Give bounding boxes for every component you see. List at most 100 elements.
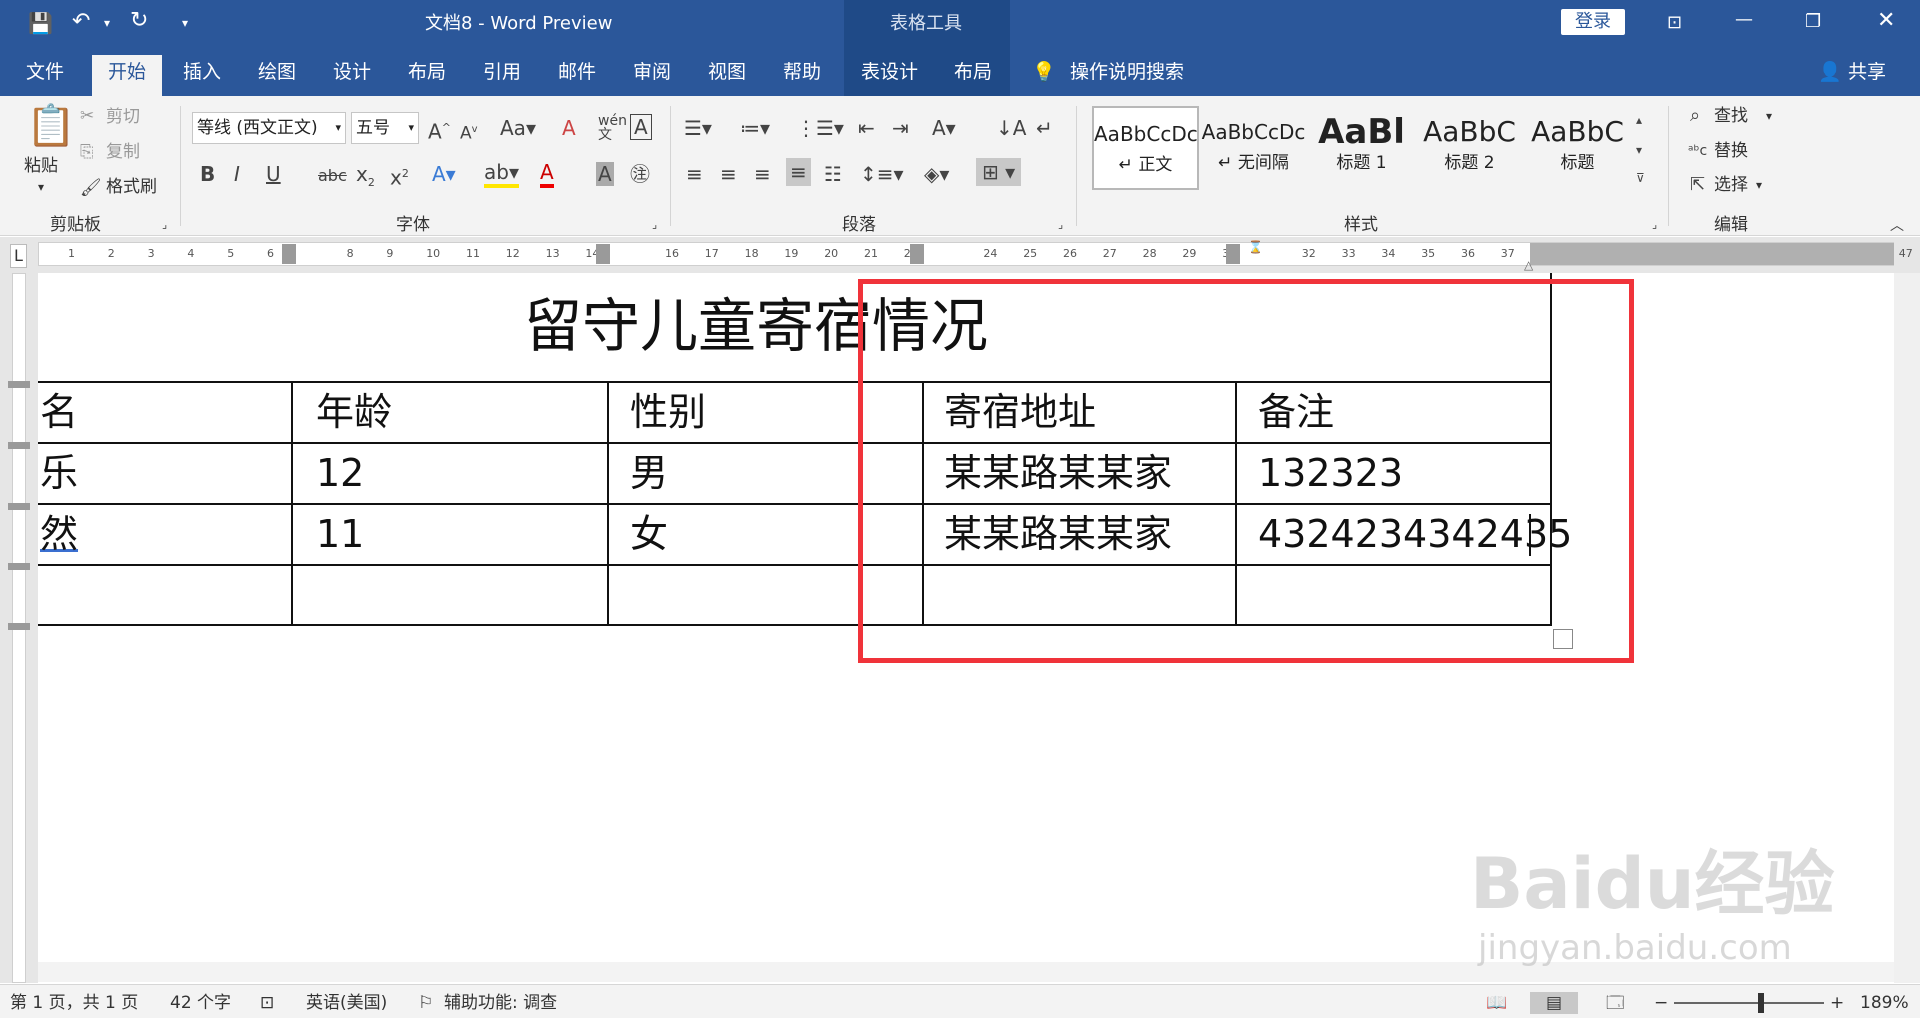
header-cell-gender[interactable]: 性别 — [630, 390, 706, 434]
font-color-icon[interactable]: A — [540, 160, 554, 188]
tab-insert[interactable]: 插入 — [183, 60, 221, 84]
row-marker[interactable] — [8, 381, 30, 388]
format-painter-icon[interactable]: 🖌 — [80, 176, 102, 200]
tab-draw[interactable]: 绘图 — [258, 60, 296, 84]
select-button[interactable]: 选择 — [1714, 174, 1748, 196]
header-cell-age[interactable]: 年龄 — [316, 390, 392, 434]
tab-home[interactable]: 开始 — [92, 55, 163, 96]
line-spacing-icon[interactable]: ↕≡▾ — [860, 162, 904, 186]
paragraph-launcher-icon[interactable]: ⌟ — [1058, 214, 1063, 236]
column-marker[interactable] — [910, 244, 924, 264]
copy-icon[interactable]: ⎘ — [80, 140, 94, 164]
style-normal[interactable]: AaBbCcDc ↵ 正文 — [1092, 106, 1199, 190]
accessibility-icon[interactable]: ⚐ — [418, 992, 433, 1014]
highlight-color-icon[interactable]: ab▾ — [484, 160, 519, 188]
restore-icon[interactable]: ❐ — [1805, 10, 1821, 34]
align-right-icon[interactable]: ≡ — [754, 162, 771, 186]
row-marker[interactable] — [8, 623, 30, 630]
numbering-icon[interactable]: ≔▾ — [740, 116, 770, 140]
row-marker[interactable] — [8, 503, 30, 510]
select-cursor-icon[interactable]: ⇱ — [1690, 173, 1705, 197]
font-name-select[interactable]: 等线 (西文正文) ▾ — [192, 112, 346, 144]
font-launcher-icon[interactable]: ⌟ — [652, 214, 657, 236]
table-cell-age[interactable]: 11 — [316, 512, 364, 556]
table-cell-age[interactable]: 12 — [316, 451, 364, 495]
paste-button[interactable]: 粘贴 — [24, 155, 58, 177]
language-status[interactable]: 英语(美国) — [306, 992, 387, 1014]
italic-icon[interactable]: I — [234, 162, 240, 186]
tell-me-search[interactable]: 操作说明搜索 — [1070, 60, 1184, 84]
shading-icon[interactable]: ◈▾ — [924, 162, 949, 186]
tab-selector-icon[interactable]: L — [10, 244, 27, 268]
header-cell-name[interactable]: 名 — [40, 390, 78, 434]
tab-table-design[interactable]: 表设计 — [861, 60, 918, 84]
grow-font-icon[interactable]: A^ — [428, 116, 451, 144]
column-marker[interactable] — [596, 244, 610, 264]
styles-scroll-down-icon[interactable]: ▾ — [1636, 138, 1642, 162]
customize-qat-icon[interactable]: ▾ — [182, 11, 188, 35]
find-button[interactable]: 查找 — [1714, 105, 1748, 127]
style-heading-2[interactable]: AaBbC 标题 2 — [1416, 106, 1523, 190]
find-dropdown-icon[interactable]: ▾ — [1766, 105, 1772, 127]
strikethrough-icon[interactable]: abc — [318, 164, 347, 188]
tab-design[interactable]: 设计 — [333, 60, 371, 84]
align-left-icon[interactable]: ≡ — [686, 162, 703, 186]
indent-marker-icon[interactable]: ⌛ — [1248, 236, 1263, 258]
borders-icon[interactable]: ⊞ ▾ — [976, 158, 1022, 186]
zoom-out-icon[interactable]: − — [1654, 992, 1668, 1014]
subscript-icon[interactable]: x2 — [356, 162, 375, 195]
select-dropdown-icon[interactable]: ▾ — [1756, 174, 1762, 196]
cut-icon[interactable]: ✂ — [80, 104, 94, 128]
paste-dropdown-icon[interactable]: ▾ — [38, 176, 44, 198]
style-heading-1[interactable]: AaBl 标题 1 — [1308, 106, 1415, 190]
undo-icon[interactable]: ↶ — [72, 10, 90, 34]
show-marks-icon[interactable]: ↵ — [1036, 116, 1053, 140]
accessibility-status[interactable]: 辅助功能: 调查 — [444, 992, 557, 1014]
ribbon-display-icon[interactable]: ⊡ — [1667, 11, 1682, 35]
share-button[interactable]: 共享 — [1848, 60, 1886, 84]
replace-icon[interactable]: ᵃᵇc — [1688, 139, 1707, 163]
style-title[interactable]: AaBbC 标题 — [1524, 106, 1631, 190]
page-count[interactable]: 第 1 页，共 1 页 — [10, 992, 138, 1014]
format-painter-button[interactable]: 格式刷 — [106, 176, 157, 198]
change-case-icon[interactable]: Aa▾ — [500, 116, 536, 140]
print-layout-icon[interactable]: ▤ — [1530, 992, 1579, 1014]
phonetic-guide-icon[interactable]: wén 文 — [598, 114, 627, 142]
zoom-slider-thumb[interactable] — [1758, 993, 1764, 1013]
collapse-ribbon-icon[interactable]: ︿ — [1890, 214, 1904, 238]
row-marker[interactable] — [8, 442, 30, 449]
decrease-indent-icon[interactable]: ⇤ — [858, 116, 875, 140]
style-no-spacing[interactable]: AaBbCcDc ↵ 无间隔 — [1200, 106, 1307, 190]
tab-table-layout[interactable]: 布局 — [954, 60, 992, 84]
sort-icon[interactable]: ↓A — [996, 116, 1026, 140]
styles-launcher-icon[interactable]: ⌟ — [1652, 214, 1657, 236]
copy-button[interactable]: 复制 — [106, 141, 140, 163]
tab-help[interactable]: 帮助 — [783, 60, 821, 84]
cut-button[interactable]: 剪切 — [106, 106, 140, 128]
distributed-icon[interactable]: ☷ — [824, 162, 842, 186]
column-marker[interactable] — [282, 244, 296, 264]
chinese-layout-icon[interactable]: A▾ — [932, 116, 956, 140]
enclosed-char-icon[interactable]: ㊟ — [630, 162, 650, 186]
web-layout-icon[interactable]: 🗔 — [1606, 992, 1624, 1014]
underline-icon[interactable]: U — [266, 162, 281, 186]
tab-layout[interactable]: 布局 — [408, 60, 446, 84]
read-mode-icon[interactable]: 📖 — [1486, 992, 1507, 1014]
zoom-level[interactable]: 189% — [1860, 992, 1909, 1014]
redo-icon[interactable]: ↻ — [130, 9, 148, 33]
column-marker[interactable] — [1226, 244, 1240, 264]
styles-scroll-up-icon[interactable]: ▴ — [1636, 108, 1642, 132]
tab-review[interactable]: 审阅 — [633, 60, 671, 84]
minimize-icon[interactable]: — — [1735, 8, 1753, 32]
text-effects-icon[interactable]: A▾ — [432, 162, 456, 186]
zoom-slider[interactable] — [1674, 1002, 1824, 1004]
row-marker[interactable] — [8, 563, 30, 570]
word-count[interactable]: 42 个字 — [170, 992, 231, 1014]
bullets-icon[interactable]: ☰▾ — [684, 116, 712, 140]
multilevel-list-icon[interactable]: ⋮☰▾ — [796, 116, 844, 140]
proofing-icon[interactable]: ⊡ — [260, 992, 274, 1014]
char-border-icon[interactable]: A — [630, 114, 652, 140]
superscript-icon[interactable]: x2 — [390, 162, 409, 190]
char-shading-icon[interactable]: A — [596, 162, 614, 186]
tab-mailings[interactable]: 邮件 — [558, 60, 596, 84]
